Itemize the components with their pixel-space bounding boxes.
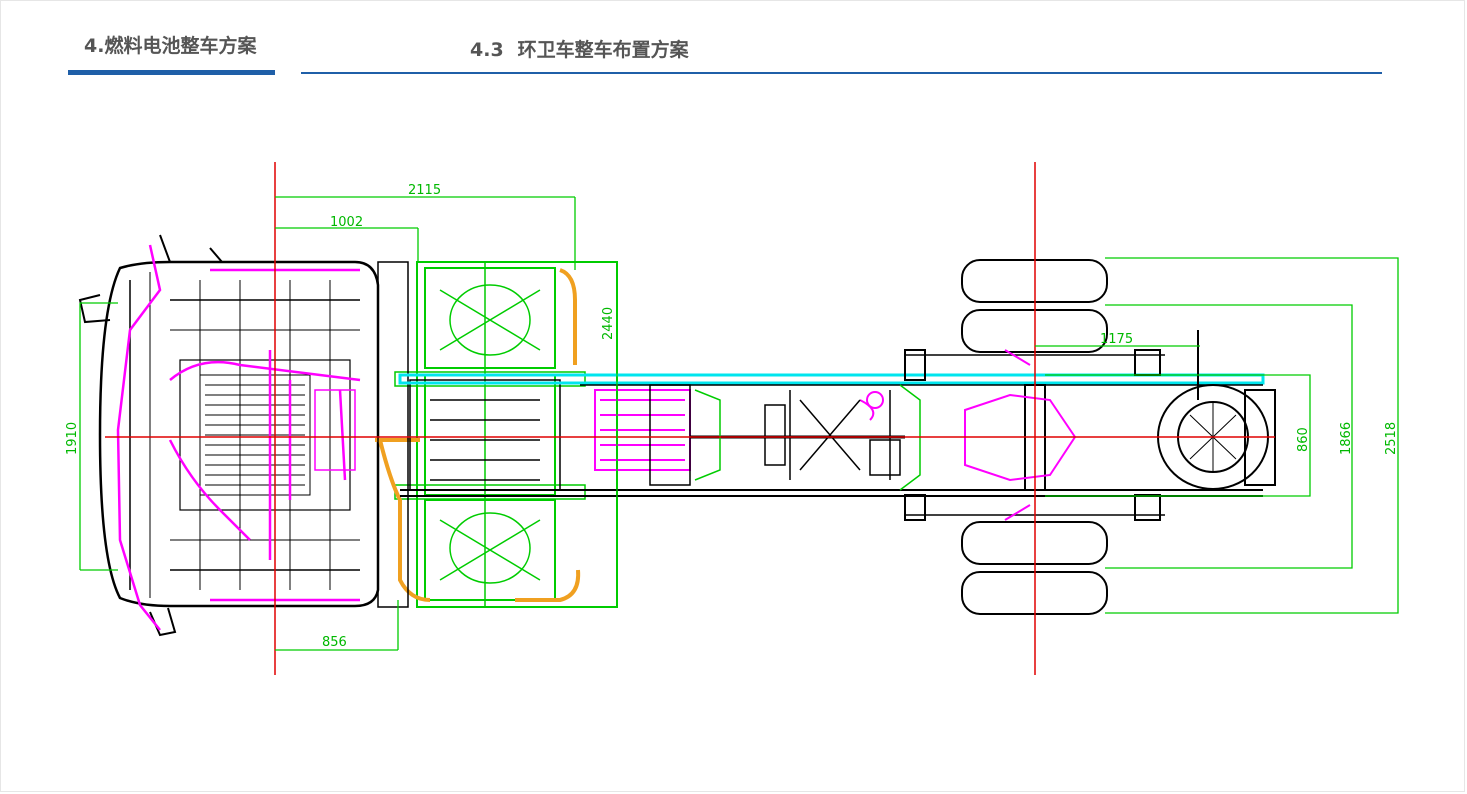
- hydrogen-piping: [375, 268, 581, 602]
- dimension-1866: 1866: [1339, 422, 1354, 455]
- dimension-856: 856: [322, 635, 347, 650]
- chassis-layout-drawing: 2115 1002 2440 1910 856 1175 860 1866 25…: [65, 162, 1399, 675]
- dimension-1002: 1002: [330, 215, 363, 230]
- drive-motor: [594, 389, 875, 471]
- spare-wheel: [1157, 330, 1276, 490]
- module-outline: [377, 261, 561, 608]
- dimension-2440: 2440: [601, 307, 616, 340]
- dimension-lines: [79, 196, 1399, 651]
- cab-mirrors: [78, 234, 223, 637]
- dimension-2115: 2115: [408, 183, 441, 198]
- dimension-1175: 1175: [1100, 332, 1133, 347]
- fuel-cell-module: [394, 261, 618, 608]
- dimension-1910: 1910: [65, 422, 80, 455]
- engine-block: [199, 374, 311, 496]
- dimension-2518: 2518: [1384, 422, 1399, 455]
- dimension-860: 860: [1296, 427, 1311, 452]
